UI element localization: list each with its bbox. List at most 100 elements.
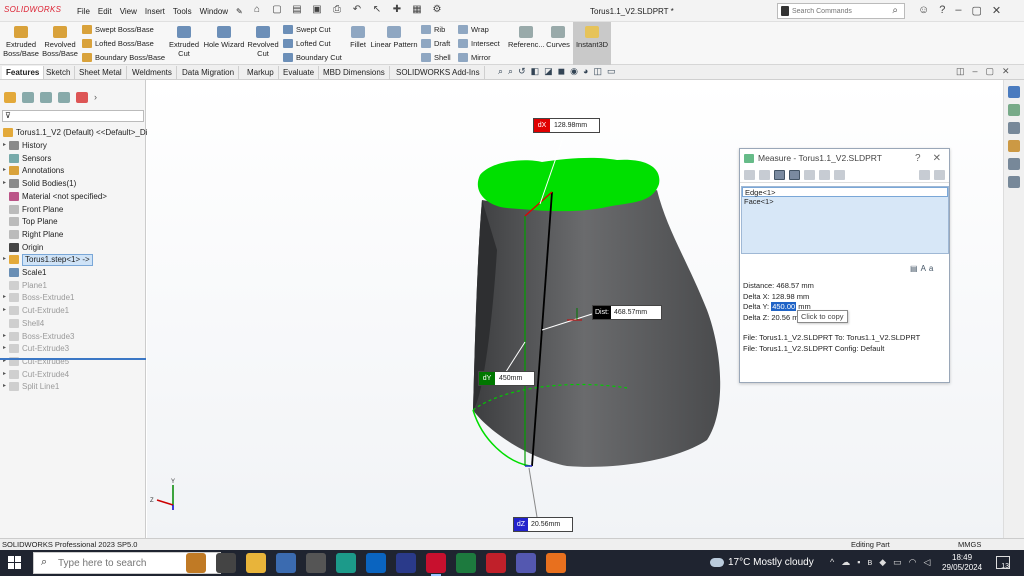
pin-dialog-icon[interactable]	[919, 169, 930, 180]
expand-arrow-icon[interactable]: ▸	[0, 291, 9, 304]
acrobat-icon[interactable]	[486, 553, 506, 573]
extruded-cut-button[interactable]: Extruded Cut	[167, 26, 201, 58]
resources-icon[interactable]	[1008, 86, 1020, 98]
new-icon[interactable]: ▢	[270, 3, 284, 17]
doc-close-icon[interactable]: ✕	[1002, 66, 1010, 77]
tree-item[interactable]: ▸ Torus1.step<1> ->	[0, 253, 93, 266]
intersect-button[interactable]: Intersect	[458, 39, 500, 48]
doc-maximize-icon[interactable]: ▢	[986, 66, 995, 77]
show-xyz-icon[interactable]	[774, 169, 785, 180]
tree-item[interactable]: ▸ Cut-Extrude5	[0, 355, 69, 368]
hole-wizard-button[interactable]: Hole Wizard	[202, 26, 246, 49]
volume-icon[interactable]: ◁	[924, 557, 931, 568]
tree-item[interactable]: ▸ History	[0, 139, 47, 152]
tree-item[interactable]: Scale1	[0, 266, 46, 279]
extruded-boss-button[interactable]: Extruded Boss/Base	[3, 26, 39, 58]
tree-filter-input[interactable]: ⊽	[2, 110, 144, 122]
media-app-icon[interactable]	[306, 553, 326, 573]
bluetooth-icon[interactable]: ʙ	[867, 557, 872, 568]
point-to-point-icon[interactable]	[789, 169, 800, 180]
rib-button[interactable]: Rib	[421, 25, 445, 34]
tree-item[interactable]: Sensors	[0, 152, 51, 165]
section-view-icon[interactable]: ◧	[531, 66, 540, 77]
measure-title-bar[interactable]: Measure - Torus1.1_V2.SLDPRT ? ✕	[740, 149, 949, 167]
tab-markup[interactable]: Markup	[243, 66, 279, 79]
measurement-history-icon[interactable]	[819, 169, 830, 180]
view-settings-icon[interactable]: ▭	[607, 66, 616, 77]
panel-more-icon[interactable]: ›	[94, 92, 97, 103]
menu-view[interactable]: View	[120, 7, 137, 16]
onedrive-icon[interactable]: ☁	[841, 557, 850, 568]
open-icon[interactable]: ▤	[290, 3, 304, 17]
previous-view-icon[interactable]: ↺	[518, 66, 526, 77]
tree-item[interactable]: Shell4	[0, 317, 44, 330]
task-view-icon[interactable]	[216, 553, 236, 573]
hide-show-icon[interactable]: ◉	[570, 66, 578, 77]
reference-geometry-button[interactable]: Referenc...	[508, 26, 545, 49]
shell-button[interactable]: Shell	[421, 53, 451, 62]
teams-icon[interactable]	[516, 553, 536, 573]
doc-minimize-icon[interactable]: –	[973, 66, 978, 77]
tree-item[interactable]: Material <not specified>	[0, 190, 107, 203]
menu-file[interactable]: File	[77, 7, 90, 16]
text-size-small-icon[interactable]: a	[929, 264, 933, 273]
search-icon[interactable]: ⌕	[892, 5, 898, 16]
outlook-icon[interactable]	[366, 553, 386, 573]
help-icon[interactable]: ?	[939, 4, 945, 17]
selection-edge[interactable]: Edge<1>	[742, 187, 948, 197]
fillet-button[interactable]: Fillet	[346, 26, 370, 49]
scene-icon[interactable]: ◫	[593, 66, 602, 77]
dx-callout[interactable]: dX 128.98mm	[533, 118, 601, 133]
solidworks-forum-icon[interactable]	[1008, 176, 1020, 188]
custom-properties-icon[interactable]	[1008, 158, 1020, 170]
projected-on-icon[interactable]	[804, 169, 815, 180]
dy-callout[interactable]: dY 450mm	[478, 371, 536, 386]
windows-start-icon[interactable]	[8, 556, 22, 570]
units-precision-icon[interactable]	[759, 169, 770, 180]
battery-icon[interactable]: ▭	[893, 557, 902, 568]
display-manager-tab-icon[interactable]	[76, 92, 88, 103]
delta-y-value-selected[interactable]: 450.00	[771, 302, 797, 311]
tab-sheet-metal[interactable]: Sheet Metal	[75, 66, 127, 79]
select-icon[interactable]: ↖	[370, 3, 384, 17]
result-list-icon[interactable]: ▤	[910, 264, 918, 273]
wifi-icon[interactable]: ◠	[909, 557, 917, 568]
tree-item[interactable]: ▸ Boss-Extrude1	[0, 291, 74, 304]
file-explorer-icon[interactable]	[1008, 122, 1020, 134]
search-scope-icon[interactable]	[781, 6, 789, 16]
expand-arrow-icon[interactable]: ▸	[0, 139, 9, 152]
instant3d-button[interactable]: Instant3D	[574, 26, 610, 49]
configuration-manager-tab-icon[interactable]	[40, 92, 52, 103]
zoom-to-fit-icon[interactable]: ⌕	[498, 66, 503, 77]
tab-mbd-dimensions[interactable]: MBD Dimensions	[319, 66, 390, 79]
expand-arrow-icon[interactable]: ▸	[0, 304, 9, 317]
measure-selection-list[interactable]: Edge<1> Face<1>	[741, 186, 949, 254]
revolved-cut-button[interactable]: Revolved Cut	[246, 26, 280, 58]
feature-manager-tab-icon[interactable]	[4, 92, 16, 103]
menu-insert[interactable]: Insert	[145, 7, 165, 16]
restore-icon[interactable]: ▢	[971, 4, 981, 17]
search-commands-input[interactable]	[778, 4, 878, 18]
file-properties-icon[interactable]: ▦	[410, 3, 424, 17]
tree-item[interactable]: ▸ Boss-Extrude3	[0, 330, 74, 343]
dimxpert-tab-icon[interactable]	[58, 92, 70, 103]
boundary-boss-button[interactable]: Boundary Boss/Base	[82, 53, 165, 62]
edge-browser-icon[interactable]	[336, 553, 356, 573]
view-orientation-icon[interactable]: ◪	[544, 66, 553, 77]
print-icon[interactable]: ⎙	[330, 3, 344, 17]
f-app-icon[interactable]	[546, 553, 566, 573]
status-units[interactable]: MMGS	[958, 539, 981, 550]
minimize-icon[interactable]: –	[955, 4, 961, 17]
remote-app-icon[interactable]	[276, 553, 296, 573]
navisworks-icon[interactable]	[396, 553, 416, 573]
tab-evaluate[interactable]: Evaluate	[279, 66, 320, 79]
options-icon[interactable]: ⚙	[430, 3, 444, 17]
expand-arrow-icon[interactable]: ▸	[0, 380, 9, 393]
rebuild-icon[interactable]: ✚	[390, 3, 404, 17]
linear-pattern-button[interactable]: Linear Pattern	[370, 26, 418, 49]
expand-arrow-icon[interactable]: ▸	[0, 177, 9, 190]
briefcase-app-icon[interactable]	[186, 553, 206, 573]
rollback-bar[interactable]	[0, 358, 146, 360]
taskbar-clock[interactable]: 18:49 29/05/2024	[942, 553, 982, 573]
tree-item[interactable]: ▸ Solid Bodies(1)	[0, 177, 76, 190]
